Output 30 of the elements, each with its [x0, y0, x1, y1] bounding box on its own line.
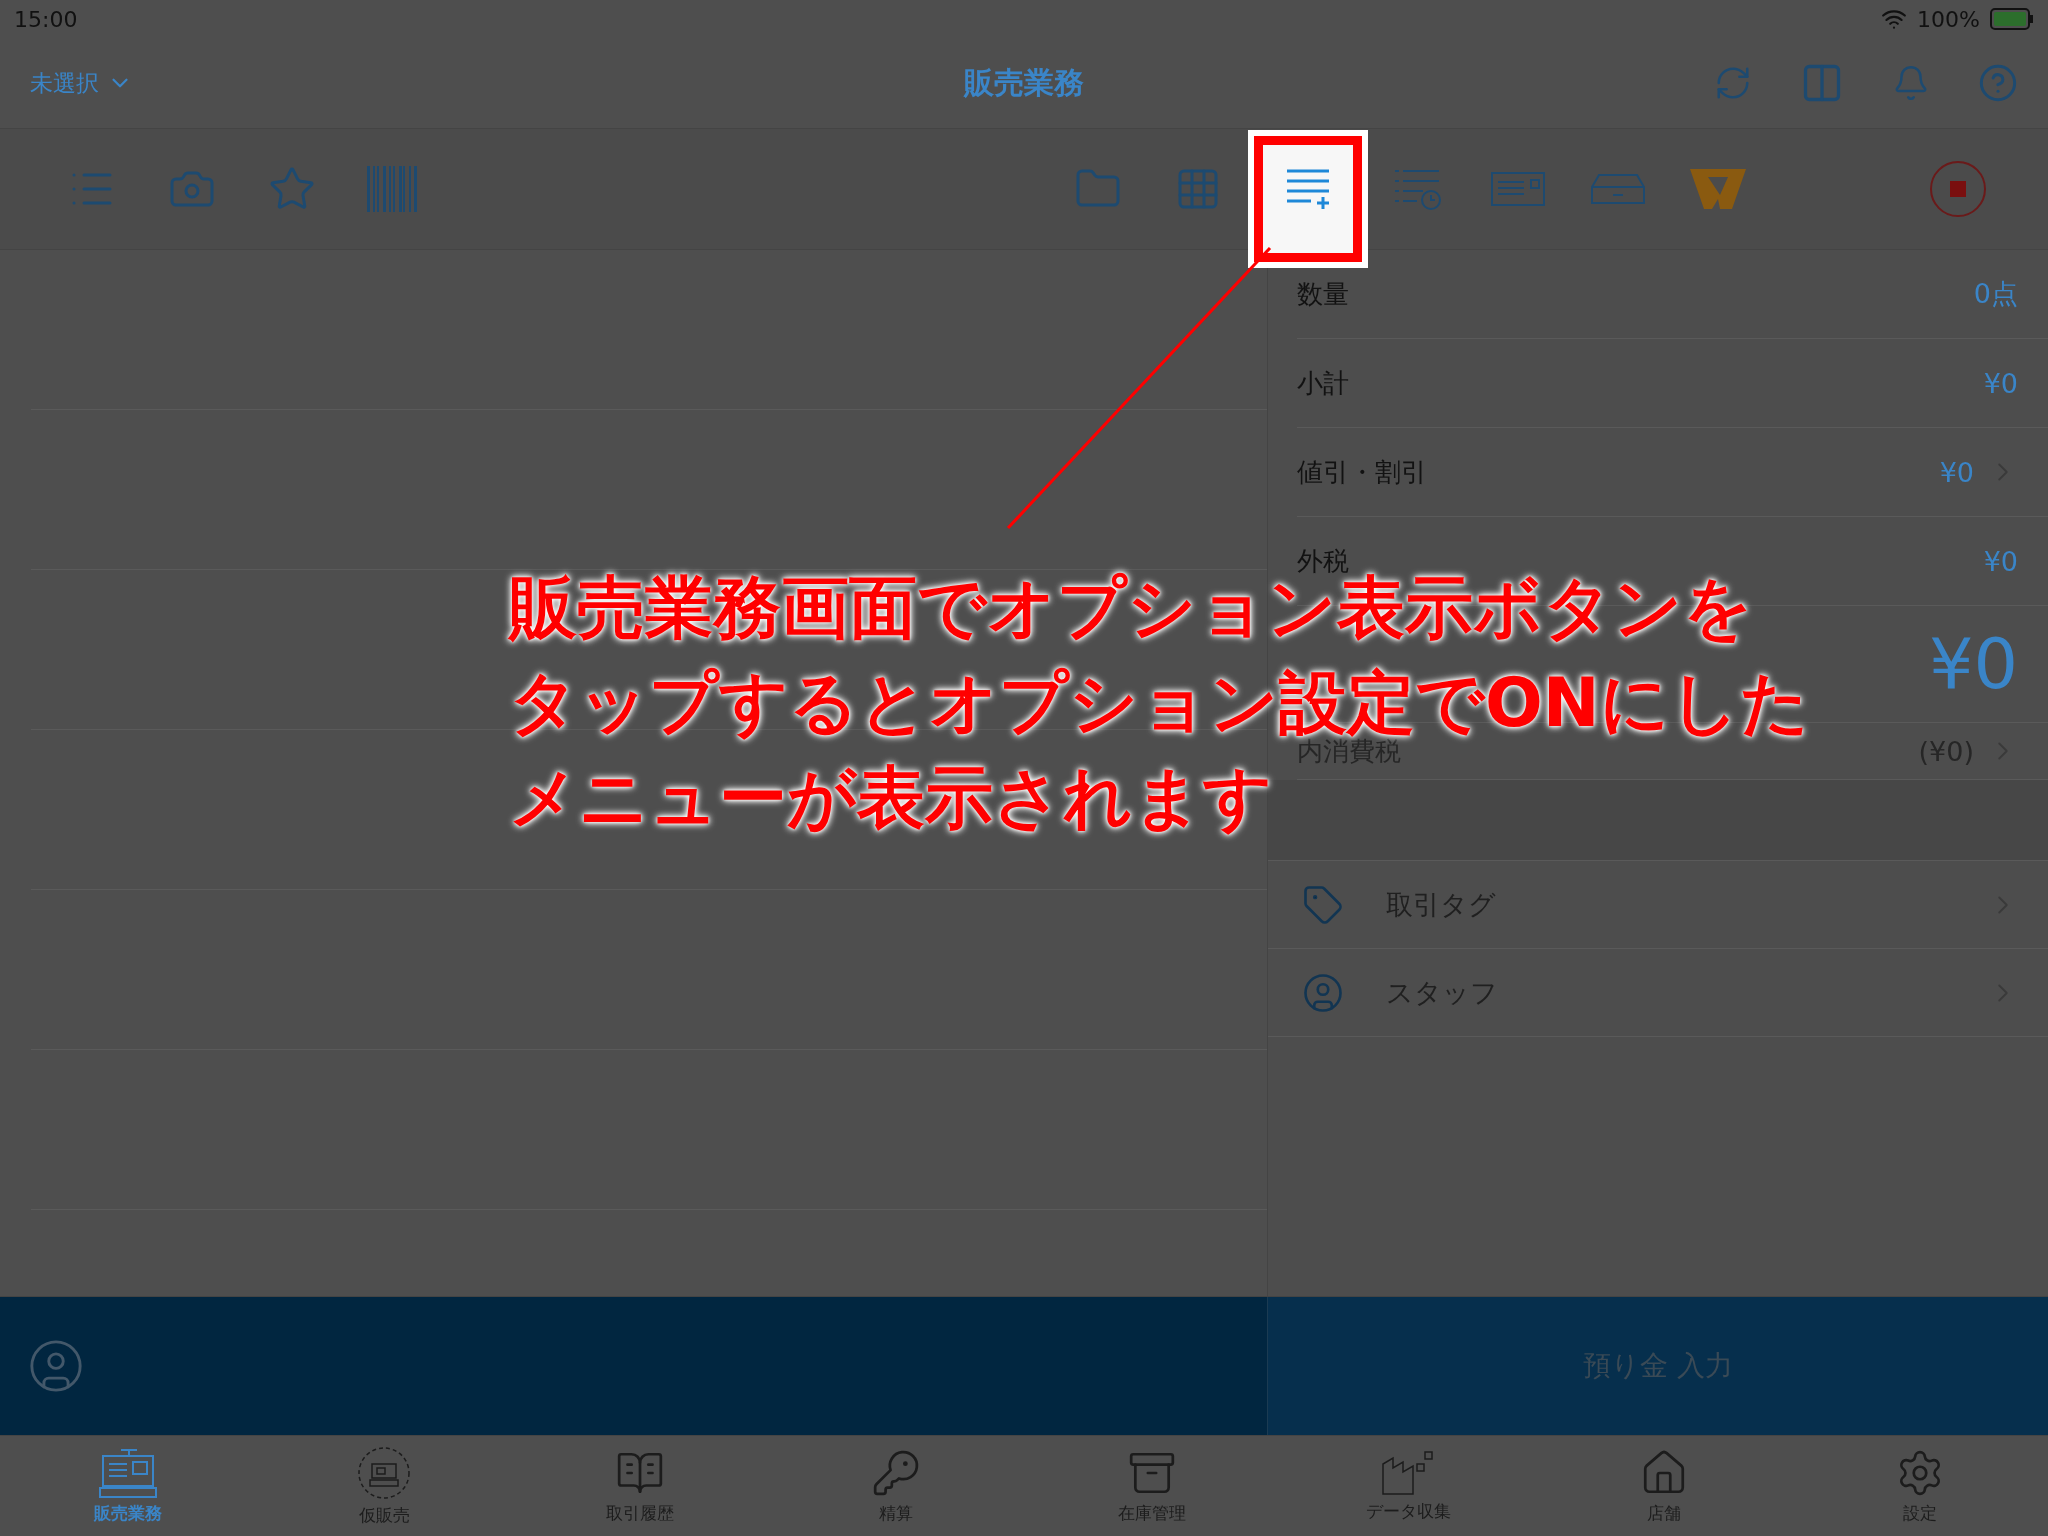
barcode-icon — [367, 166, 417, 212]
help-button[interactable] — [1978, 63, 2018, 103]
list-clock-icon — [1393, 167, 1443, 211]
person-icon — [1302, 971, 1344, 1014]
total-amount: ¥0 — [1928, 623, 2018, 705]
summary-label: 値引・割引 — [1297, 455, 1427, 489]
logo-icon — [1690, 169, 1746, 209]
summary-label: 数量 — [1297, 277, 1349, 311]
card-icon — [1491, 172, 1545, 206]
battery-percent: 100% — [1917, 6, 1980, 32]
dashed-register-icon — [357, 1445, 411, 1500]
summary-label: 小計 — [1297, 366, 1349, 400]
annotation-text: メニューが表示されます — [509, 762, 1273, 834]
summary-value: ¥0 — [1983, 367, 2018, 399]
list-plus-icon — [1285, 167, 1331, 211]
summary-value: ¥0 — [1983, 545, 2018, 577]
battery-icon — [1990, 8, 2034, 30]
screen-title: 販売業務 — [964, 63, 1084, 102]
tag-icon — [1302, 883, 1344, 926]
store-selector[interactable]: 未選択 — [30, 67, 133, 99]
scatter-icon — [1381, 1449, 1435, 1496]
stop-icon — [1929, 160, 1987, 218]
customer-icon[interactable] — [27, 1337, 85, 1395]
summary-value: 0点 — [1973, 277, 2018, 311]
summary-value: ¥0 — [1939, 456, 1974, 488]
register-icon — [99, 1447, 157, 1498]
tab[interactable]: 販売業務 — [0, 1436, 256, 1536]
status-time: 15:00 — [14, 6, 78, 32]
drawer-icon — [1591, 174, 1645, 204]
annotation-text: タップするとオプション設定でONにした — [509, 667, 1810, 739]
